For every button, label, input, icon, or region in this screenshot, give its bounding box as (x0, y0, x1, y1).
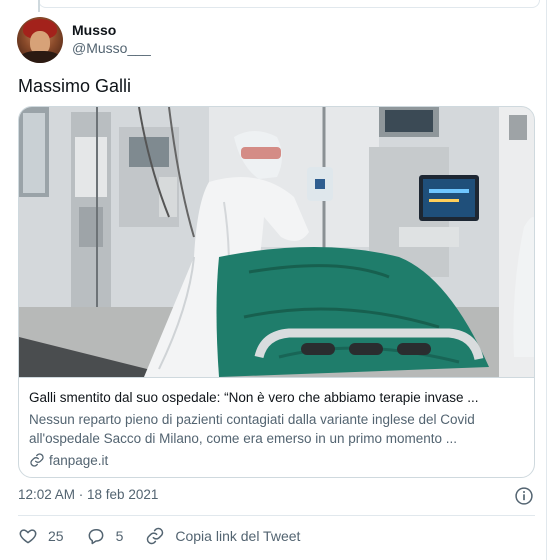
action-bar: 25 5 Copia link del Tweet (18, 525, 322, 547)
reply-count: 5 (115, 528, 124, 544)
copy-link-label: Copia link del Tweet (175, 528, 301, 544)
card-domain: fanpage.it (29, 452, 108, 468)
link-icon (147, 527, 164, 545)
author-handle[interactable]: @Musso___ (72, 40, 151, 56)
tweet-text: Massimo Galli (18, 76, 132, 96)
card-image[interactable] (19, 107, 534, 377)
tweet-page: Musso @Musso___ Massimo Galli Galli smen… (0, 0, 553, 560)
hospital-photo (19, 107, 534, 377)
like-button[interactable]: 25 (18, 526, 64, 546)
copy-link-button[interactable]: Copia link del Tweet (145, 526, 300, 546)
avatar[interactable] (17, 17, 63, 63)
author-display-name[interactable]: Musso (72, 22, 116, 38)
reply-button[interactable]: 5 (86, 526, 124, 546)
card-domain-text: fanpage.it (49, 452, 109, 468)
like-count: 25 (48, 528, 64, 544)
previous-tweet-edge (38, 0, 540, 8)
link-preview-card[interactable]: Galli smentito dal suo ospedale: “Non è … (18, 106, 535, 478)
thread-line (38, 0, 40, 12)
heart-icon (19, 529, 37, 544)
card-body[interactable]: Galli smentito dal suo ospedale: “Non è … (19, 377, 534, 477)
link-icon (30, 453, 44, 467)
reply-icon (88, 529, 103, 545)
tweet-timestamp[interactable]: 12:02 AM · 18 feb 2021 (18, 487, 158, 502)
info-icon[interactable] (514, 486, 534, 506)
column-border (546, 0, 547, 560)
card-description: Nessun reparto pieno di pazienti contagi… (29, 412, 475, 446)
divider (18, 515, 535, 516)
card-title[interactable]: Galli smentito dal suo ospedale: “Non è … (29, 390, 529, 405)
